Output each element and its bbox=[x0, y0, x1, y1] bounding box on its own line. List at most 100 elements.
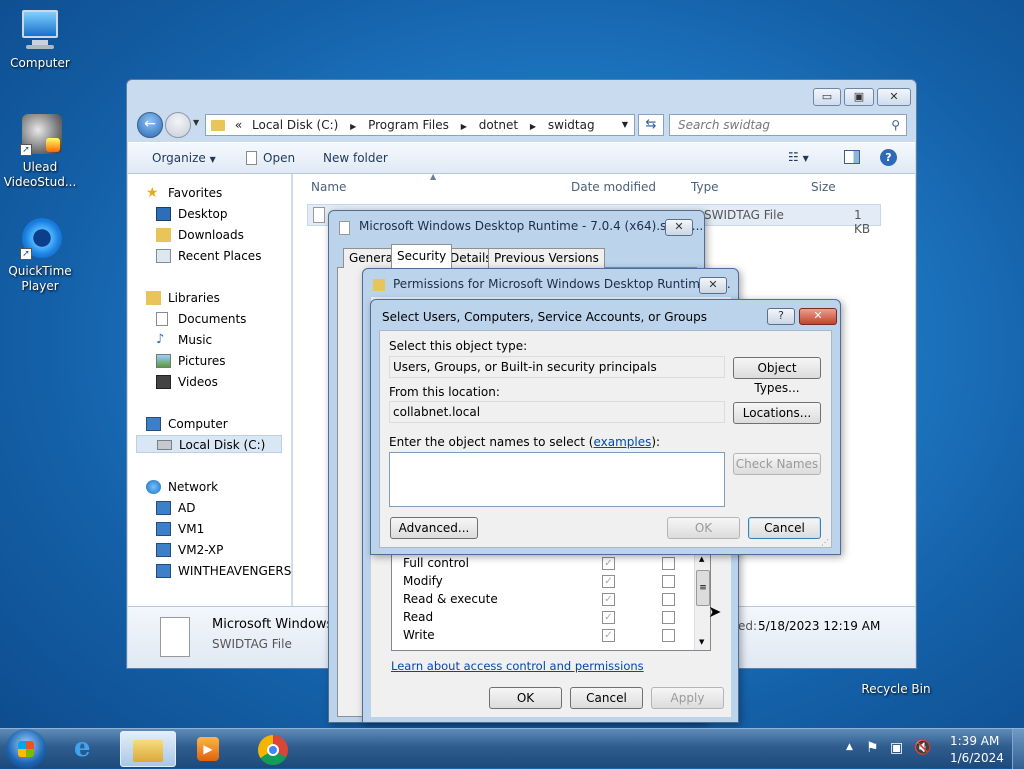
permissions-close-button[interactable]: ✕ bbox=[699, 277, 727, 294]
address-overflow-chevron[interactable]: « bbox=[235, 115, 242, 135]
permissions-folder-icon bbox=[373, 279, 385, 291]
network-status-icon[interactable]: ▣ bbox=[890, 740, 903, 756]
breadcrumb-local-disk[interactable]: Local Disk (C:) bbox=[252, 115, 338, 135]
select-ok-button[interactable]: OK bbox=[667, 517, 740, 539]
nav-libraries[interactable]: Libraries bbox=[146, 289, 220, 307]
breadcrumb-program-files[interactable]: Program Files bbox=[368, 115, 449, 135]
permissions-cancel-button[interactable]: Cancel bbox=[570, 687, 643, 709]
start-button[interactable] bbox=[6, 729, 46, 769]
nav-desktop[interactable]: Desktop bbox=[156, 205, 228, 223]
object-types-button[interactable]: Object Types... bbox=[733, 357, 821, 395]
permissions-apply-button[interactable]: Apply bbox=[651, 687, 724, 709]
object-names-input[interactable] bbox=[389, 452, 725, 507]
tab-previous-versions[interactable]: Previous Versions bbox=[488, 248, 605, 268]
select-help-button[interactable]: ? bbox=[767, 308, 795, 325]
check-names-button[interactable]: Check Names bbox=[733, 453, 821, 475]
select-cancel-button[interactable]: Cancel bbox=[748, 517, 821, 539]
change-view-icon[interactable]: ☷ ▼ bbox=[788, 150, 809, 164]
libraries-icon bbox=[146, 291, 161, 305]
column-header-date[interactable]: Date modified bbox=[571, 180, 656, 194]
desktop-icon bbox=[156, 207, 171, 221]
tab-security[interactable]: Security bbox=[391, 244, 453, 268]
chrome-icon bbox=[258, 735, 288, 765]
maximize-button[interactable]: ▣ bbox=[844, 88, 874, 106]
scroll-up-icon[interactable]: ▲ bbox=[699, 555, 704, 563]
taskbar-explorer[interactable] bbox=[120, 731, 176, 767]
locations-button[interactable]: Locations... bbox=[733, 402, 821, 424]
action-center-icon[interactable]: ⚑ bbox=[866, 740, 879, 756]
breadcrumb-arrow-icon[interactable]: ▶ bbox=[350, 117, 356, 137]
nav-favorites[interactable]: ★ Favorites bbox=[146, 184, 222, 202]
back-button[interactable]: ← bbox=[137, 112, 163, 138]
select-close-button[interactable]: ✕ bbox=[799, 308, 837, 325]
forward-button[interactable] bbox=[165, 112, 191, 138]
desktop-icon-ulead[interactable]: ➚ Ulead VideoStud... bbox=[0, 112, 80, 190]
breadcrumb-dotnet[interactable]: dotnet bbox=[479, 115, 518, 135]
column-header-type[interactable]: Type bbox=[691, 180, 719, 194]
address-dropdown-icon[interactable]: ▼ bbox=[622, 115, 628, 135]
nav-network-vm2[interactable]: VM2-XP bbox=[156, 541, 223, 559]
nav-videos[interactable]: Videos bbox=[156, 373, 218, 391]
nav-downloads[interactable]: Downloads bbox=[156, 226, 244, 244]
address-bar[interactable]: « Local Disk (C:) ▶ Program Files ▶ dotn… bbox=[205, 114, 635, 136]
open-button[interactable]: Open bbox=[246, 151, 295, 165]
advanced-button[interactable]: Advanced... bbox=[390, 517, 478, 539]
scroll-down-icon[interactable]: ▼ bbox=[699, 638, 704, 646]
column-header-size[interactable]: Size bbox=[811, 180, 836, 194]
nav-computer[interactable]: Computer bbox=[146, 415, 228, 433]
show-desktop-button[interactable] bbox=[1012, 729, 1024, 769]
deny-checkbox[interactable] bbox=[662, 557, 675, 570]
deny-checkbox[interactable] bbox=[662, 611, 675, 624]
deny-checkbox[interactable] bbox=[662, 593, 675, 606]
recent-pages-chevron-icon[interactable]: ▼ bbox=[193, 118, 199, 127]
folder-icon bbox=[211, 120, 225, 131]
search-input[interactable]: Search swidtag ⚲ bbox=[669, 114, 907, 136]
object-names-label: Enter the object names to select (exampl… bbox=[389, 435, 661, 449]
refresh-button[interactable]: ⇆ bbox=[638, 114, 664, 136]
nav-recent-places[interactable]: Recent Places bbox=[156, 247, 261, 265]
new-folder-button[interactable]: New folder bbox=[323, 151, 388, 165]
file-icon bbox=[313, 207, 325, 223]
shortcut-arrow-icon: ➚ bbox=[20, 144, 32, 156]
organize-button[interactable]: Organize ▼ bbox=[152, 151, 216, 165]
nav-network-ad[interactable]: AD bbox=[156, 499, 195, 517]
nav-music[interactable]: ♪ Music bbox=[156, 331, 212, 349]
allow-checkbox: ✓ bbox=[602, 557, 615, 570]
deny-checkbox[interactable] bbox=[662, 629, 675, 642]
show-hidden-icons-icon[interactable]: ▲ bbox=[846, 742, 853, 752]
scroll-thumb[interactable]: ≡ bbox=[696, 570, 710, 606]
nav-network-wintheavengers[interactable]: WINTHEAVENGERS bbox=[156, 562, 291, 580]
nav-local-disk[interactable]: Local Disk (C:) bbox=[136, 435, 282, 453]
close-button[interactable]: ✕ bbox=[877, 88, 911, 106]
permissions-ok-button[interactable]: OK bbox=[489, 687, 562, 709]
network-computer-icon bbox=[156, 501, 171, 515]
preview-pane-icon[interactable] bbox=[844, 150, 860, 164]
breadcrumb-arrow-icon[interactable]: ▶ bbox=[461, 117, 467, 137]
resize-grip-icon[interactable]: ⋰ bbox=[821, 538, 829, 547]
taskbar-media-player[interactable]: ▶ bbox=[180, 731, 236, 767]
document-icon bbox=[246, 151, 257, 165]
desktop-icon-quicktime[interactable]: ➚ QuickTime Player bbox=[0, 216, 80, 294]
desktop-icon-computer[interactable]: Computer bbox=[0, 8, 80, 71]
clock-time[interactable]: 1:39 AM bbox=[950, 734, 999, 748]
nav-documents[interactable]: Documents bbox=[156, 310, 246, 328]
search-icon[interactable]: ⚲ bbox=[891, 115, 900, 135]
help-icon[interactable]: ? bbox=[880, 149, 897, 166]
properties-close-button[interactable]: ✕ bbox=[665, 219, 693, 236]
network-computer-icon bbox=[156, 522, 171, 536]
deny-checkbox[interactable] bbox=[662, 575, 675, 588]
learn-permissions-link[interactable]: Learn about access control and permissio… bbox=[391, 659, 644, 673]
taskbar-internet-explorer[interactable]: e bbox=[60, 731, 116, 767]
examples-link[interactable]: examples bbox=[593, 435, 651, 449]
nav-network-vm1[interactable]: VM1 bbox=[156, 520, 204, 538]
nav-network[interactable]: Network bbox=[146, 478, 218, 496]
breadcrumb-arrow-icon[interactable]: ▶ bbox=[530, 117, 536, 137]
clock-date[interactable]: 1/6/2024 bbox=[950, 751, 1004, 765]
taskbar-chrome[interactable] bbox=[244, 731, 300, 767]
perm-row-modify: Modify bbox=[403, 574, 443, 588]
breadcrumb-swidtag[interactable]: swidtag bbox=[548, 115, 595, 135]
volume-muted-icon[interactable]: 🔇 bbox=[914, 740, 931, 756]
column-header-name[interactable]: Name bbox=[311, 180, 346, 194]
nav-pictures[interactable]: Pictures bbox=[156, 352, 226, 370]
minimize-button[interactable]: ▭ bbox=[813, 88, 841, 106]
